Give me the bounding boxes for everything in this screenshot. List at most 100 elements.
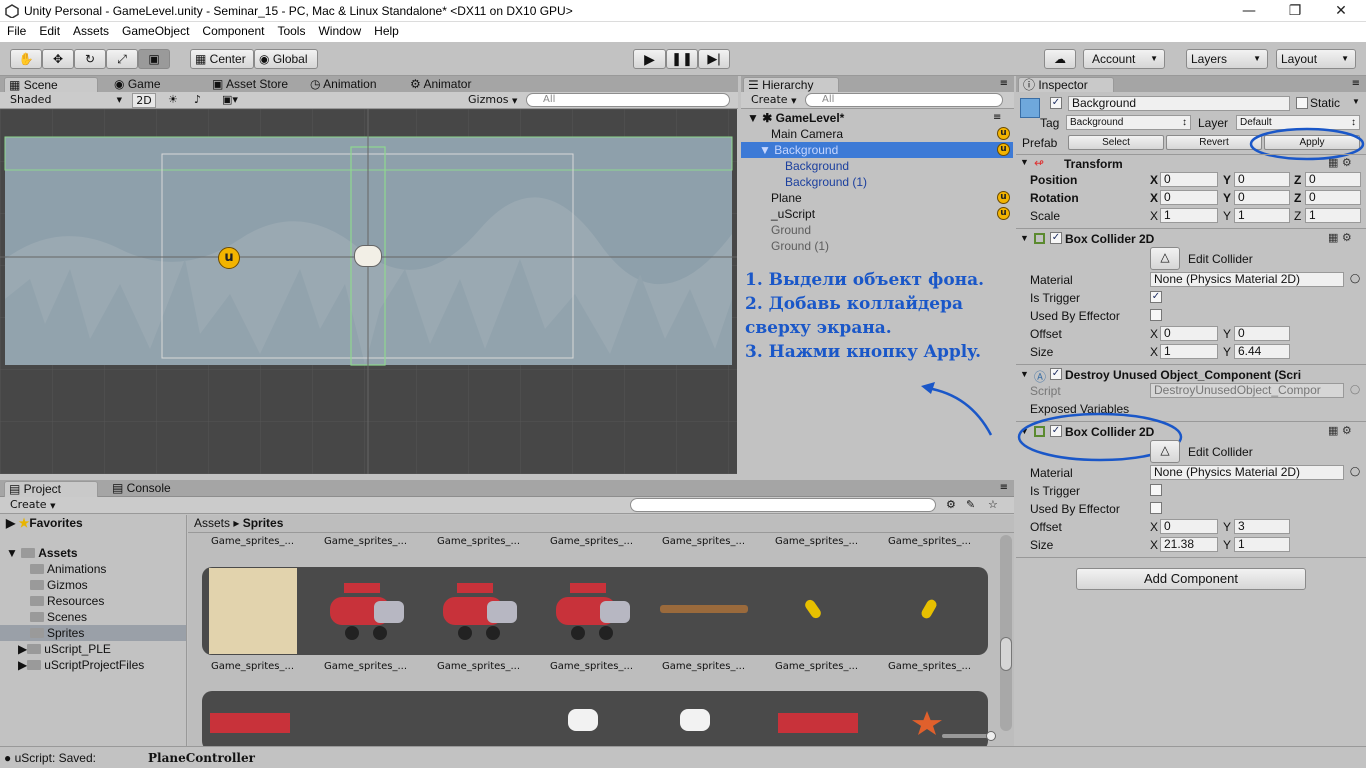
breadcrumb-assets[interactable]: Assets (194, 516, 230, 530)
asset-name[interactable]: Game_sprites_... (324, 661, 407, 672)
position-y-field[interactable]: 0 (1234, 172, 1290, 187)
hierarchy-item-background[interactable]: ▼ Background (759, 142, 838, 158)
mode-2d-button[interactable]: 2D (132, 93, 156, 108)
sprite-thumbnail-plane[interactable] (435, 577, 521, 643)
menu-edit[interactable]: Edit (32, 22, 66, 38)
collider1-material-field[interactable]: None (Physics Material 2D) (1150, 272, 1344, 287)
scene-view[interactable]: u (0, 109, 737, 474)
thumbnail-size-slider-knob[interactable] (986, 731, 996, 741)
filter-type-icon[interactable]: ⚙ (946, 498, 962, 513)
layers-dropdown[interactable]: Layers ▼ (1186, 49, 1268, 69)
close-icon[interactable]: ✕ (1318, 0, 1364, 22)
asset-name[interactable]: Game_sprites_... (550, 661, 633, 672)
hierarchy-item-main-camera[interactable]: Main Camera (771, 126, 843, 142)
thumbnail-size-slider[interactable] (942, 734, 992, 738)
favorites-folder[interactable]: ▶ ★Favorites (6, 516, 83, 530)
collider2-material-field[interactable]: None (Physics Material 2D) (1150, 465, 1344, 480)
pivot-center-button[interactable]: ▦ Center (190, 49, 254, 69)
project-search-input[interactable] (630, 498, 936, 512)
collider1-offset-y-field[interactable]: 0 (1234, 326, 1290, 341)
sprite-thumbnail-tap[interactable] (210, 713, 290, 733)
rotate-tool-icon[interactable]: ↻ (74, 49, 106, 69)
edit-collider-icon[interactable]: △ (1150, 247, 1180, 270)
rotation-x-field[interactable]: 0 (1160, 190, 1218, 205)
gizmos-dropdown[interactable]: Gizmos ▼ (468, 93, 518, 108)
collider1-size-x-field[interactable]: 1 (1160, 344, 1218, 359)
collider1-effector-checkbox[interactable] (1150, 309, 1162, 321)
menu-tools[interactable]: Tools (270, 22, 311, 38)
collider1-enabled-checkbox[interactable]: ✓ (1050, 232, 1062, 244)
play-icon[interactable]: ▶ (633, 49, 666, 69)
asset-name[interactable]: Game_sprites_... (888, 661, 971, 672)
hierarchy-item-ground-1[interactable]: Ground (1) (771, 238, 829, 254)
collider1-offset-x-field[interactable]: 0 (1160, 326, 1218, 341)
menu-help[interactable]: Help (367, 22, 405, 38)
foldout-arrow-icon[interactable]: ▼ (1020, 233, 1029, 243)
hierarchy-search-input[interactable]: All (805, 93, 1003, 107)
hierarchy-item-ground[interactable]: Ground (771, 222, 811, 238)
breadcrumb-sprites[interactable]: Sprites (243, 516, 284, 530)
sprite-thumbnail-tap[interactable] (778, 713, 858, 733)
folder-animations[interactable]: Animations (30, 562, 106, 576)
folder-uscript-project-files[interactable]: ▶ uScriptProjectFiles (18, 658, 144, 672)
sprite-thumbnail-hand[interactable] (680, 709, 710, 731)
hierarchy-item-uscript[interactable]: _uScript (771, 206, 815, 222)
project-create-dropdown[interactable]: Create ▼ (10, 498, 58, 513)
hierarchy-item-plane[interactable]: Plane (771, 190, 802, 206)
shading-dropdown[interactable]: Shaded ▼ (10, 93, 122, 108)
static-dropdown-icon[interactable]: ▼ (1352, 97, 1360, 106)
minimize-icon[interactable]: — (1226, 0, 1272, 22)
tag-dropdown[interactable]: Background ↕ (1066, 115, 1191, 130)
asset-name[interactable]: Game_sprites_... (437, 661, 520, 672)
folder-scenes[interactable]: Scenes (30, 610, 87, 624)
hand-tool-icon[interactable]: ✋ (10, 49, 42, 69)
asset-scrollbar-thumb[interactable] (1000, 637, 1012, 671)
asset-name[interactable]: Game_sprites_... (211, 536, 294, 547)
script-enabled-checkbox[interactable]: ✓ (1050, 368, 1062, 380)
collider1-size-y-field[interactable]: 6.44 (1234, 344, 1290, 359)
scene-menu-icon[interactable]: ≡ (993, 112, 1001, 123)
account-dropdown[interactable]: Account ▼ (1083, 49, 1165, 69)
move-tool-icon[interactable]: ✥ (42, 49, 74, 69)
scale-y-field[interactable]: 1 (1234, 208, 1290, 223)
object-picker-icon[interactable]: ◯ (1350, 273, 1360, 284)
collider2-trigger-checkbox[interactable] (1150, 484, 1162, 496)
asset-name[interactable]: Game_sprites_... (437, 536, 520, 547)
filter-label-icon[interactable]: ✎ (966, 498, 982, 513)
tab-project[interactable]: ▤ Project (4, 481, 98, 498)
asset-name[interactable]: Game_sprites_... (775, 536, 858, 547)
step-icon[interactable]: ▶| (698, 49, 730, 69)
rotation-y-field[interactable]: 0 (1234, 190, 1290, 205)
menu-gameobject[interactable]: GameObject (115, 22, 195, 38)
collider1-trigger-checkbox[interactable]: ✓ (1150, 291, 1162, 303)
scale-tool-icon[interactable]: ⤢ (106, 49, 138, 69)
foldout-arrow-icon[interactable]: ▼ (1020, 369, 1029, 379)
hierarchy-create-dropdown[interactable]: Create ▼ (751, 93, 799, 108)
asset-name[interactable]: Game_sprites_... (324, 536, 407, 547)
component-help-icon[interactable]: ▦ ⚙ (1328, 231, 1352, 244)
folder-gizmos[interactable]: Gizmos (30, 578, 88, 592)
camera-gizmo-icon[interactable] (354, 245, 382, 267)
sprite-thumbnail-plane[interactable] (322, 577, 408, 643)
asset-name[interactable]: Game_sprites_... (550, 536, 633, 547)
effects-icon[interactable]: ▣▾ (222, 93, 244, 108)
sprite-thumbnail-background[interactable] (209, 568, 297, 654)
asset-name[interactable]: Game_sprites_... (775, 661, 858, 672)
folder-uscript-ple[interactable]: ▶ uScript_PLE (18, 642, 111, 656)
assets-folder[interactable]: ▼ Assets (6, 546, 78, 560)
component-help-icon[interactable]: ▦ ⚙ (1328, 156, 1352, 169)
layout-dropdown[interactable]: Layout ▼ (1276, 49, 1356, 69)
asset-name[interactable]: Game_sprites_... (662, 536, 745, 547)
favorite-star-icon[interactable]: ☆ (988, 498, 1004, 513)
audio-icon[interactable]: ♪ (194, 93, 210, 108)
sprite-thumbnail-plane[interactable] (548, 577, 634, 643)
foldout-arrow-icon[interactable]: ▼ (1020, 157, 1029, 167)
scale-z-field[interactable]: 1 (1305, 208, 1361, 223)
object-name-field[interactable]: Background (1068, 96, 1290, 111)
sprite-thumbnail-hand[interactable] (568, 709, 598, 731)
scale-x-field[interactable]: 1 (1160, 208, 1218, 223)
rect-tool-icon[interactable]: ▣ (138, 49, 170, 69)
collider2-effector-checkbox[interactable] (1150, 502, 1162, 514)
panel-menu-icon[interactable]: ≡ (1352, 78, 1360, 89)
position-x-field[interactable]: 0 (1160, 172, 1218, 187)
